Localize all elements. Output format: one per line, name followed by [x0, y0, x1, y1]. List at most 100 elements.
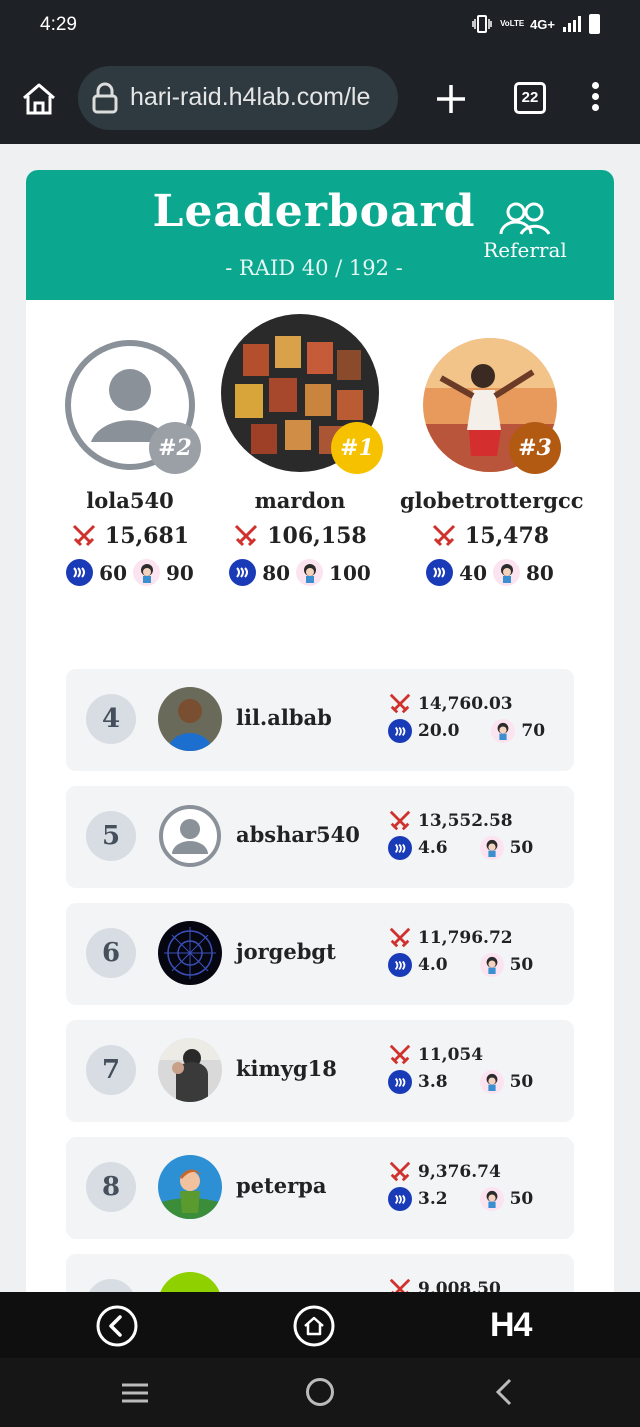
users-icon	[499, 202, 551, 235]
rank-badge: #1	[331, 422, 383, 474]
lock-icon	[92, 82, 118, 114]
avatar	[158, 1155, 222, 1219]
score-value: 15,681	[104, 523, 190, 549]
score-value: 15,478	[464, 523, 550, 549]
row-rank: 7	[86, 1045, 136, 1095]
ranking-row[interactable]: 4 lil.albab 14,760.03 20.0 70	[66, 669, 574, 771]
new-tab-icon[interactable]	[434, 82, 468, 116]
podium-third[interactable]: #3 globetrottergcc 15,478 40 80	[400, 338, 584, 586]
system-nav-bar	[0, 1358, 640, 1427]
signal-icon	[563, 16, 581, 32]
network-label: 4G+	[530, 16, 555, 32]
character-icon	[296, 559, 324, 586]
page-content: Leaderboard - RAID 40 / 192 - Referral #…	[0, 144, 640, 1292]
volte-label: VoLTE	[500, 19, 525, 28]
steem-icon	[388, 953, 412, 977]
row-rank: 8	[86, 1162, 136, 1212]
player-name: globetrottergcc	[400, 488, 584, 513]
leaderboard-header: Leaderboard - RAID 40 / 192 - Referral	[26, 170, 614, 300]
character-icon	[479, 836, 504, 860]
crossed-swords-icon	[72, 524, 95, 547]
character-icon	[493, 559, 520, 586]
row-rank: 4	[86, 694, 136, 744]
address-bar[interactable]: hari-raid.h4lab.com/le	[78, 66, 398, 130]
tab-switcher-button[interactable]: 22	[514, 82, 546, 114]
score-value: 9,376.74	[418, 1162, 501, 1182]
steem-value: 60	[99, 560, 127, 585]
home-circle-icon[interactable]	[293, 1305, 335, 1347]
referral-label: Referral	[483, 238, 567, 262]
score-value: 14,760.03	[418, 694, 513, 714]
battery-icon	[589, 14, 600, 34]
avatar: #3	[423, 338, 561, 474]
avatar	[158, 1272, 222, 1292]
system-back-icon[interactable]	[494, 1378, 514, 1406]
steem-value: 4.0	[418, 955, 448, 975]
character-icon	[479, 1070, 504, 1094]
ranking-row[interactable]: 9 9,008.50	[66, 1254, 574, 1292]
player-score: 15,478	[400, 523, 580, 549]
avatar	[158, 921, 222, 985]
status-icons: VoLTE 4G+	[472, 14, 600, 34]
player-stats: 13,552.58 4.6 50	[388, 808, 568, 862]
h4-logo[interactable]: H4	[490, 1306, 532, 1345]
character-icon	[133, 559, 160, 586]
leaderboard-card: Leaderboard - RAID 40 / 192 - Referral #…	[26, 170, 614, 1292]
character-value: 70	[521, 721, 546, 741]
player-name: kimyg18	[236, 1056, 337, 1081]
back-circle-icon[interactable]	[96, 1305, 138, 1347]
character-value: 50	[509, 955, 534, 975]
url-text[interactable]: hari-raid.h4lab.com/le	[130, 83, 370, 112]
character-value: 50	[509, 838, 534, 858]
score-value: 11,796.72	[418, 928, 513, 948]
character-value: 100	[329, 560, 371, 585]
player-tokens: 40 80	[400, 559, 580, 586]
player-name: peterpa	[236, 1173, 327, 1198]
score-value: 106,158	[267, 523, 367, 549]
crossed-swords-icon	[389, 693, 411, 714]
steem-value: 80	[262, 560, 291, 585]
score-value: 9,008.50	[418, 1279, 501, 1292]
steem-icon	[388, 836, 412, 860]
player-name: jorgebgt	[236, 939, 336, 964]
referral-button[interactable]: Referral	[478, 202, 572, 270]
player-stats: 9,008.50	[388, 1276, 568, 1292]
ranking-row[interactable]: 8 peterpa 9,376.74 3.2 50	[66, 1137, 574, 1239]
more-menu-icon[interactable]	[588, 82, 602, 116]
steem-icon	[229, 559, 257, 586]
crossed-swords-icon	[389, 810, 411, 831]
player-stats: 11,054 3.8 50	[388, 1042, 568, 1096]
rank-badge: #2	[149, 422, 201, 474]
steem-value: 3.2	[418, 1189, 448, 1209]
character-value: 80	[526, 560, 554, 585]
steem-value: 4.6	[418, 838, 448, 858]
score-value: 11,054	[418, 1045, 484, 1065]
steem-icon	[426, 559, 454, 586]
system-home-icon[interactable]	[306, 1378, 334, 1406]
player-stats: 14,760.03 20.0 70	[388, 691, 568, 745]
row-rank: 9	[86, 1279, 136, 1292]
podium-second[interactable]: #2 lola540 15,681 60 90	[40, 338, 220, 586]
avatar	[158, 1038, 222, 1102]
player-name: lola540	[86, 488, 174, 513]
score-value: 13,552.58	[418, 811, 513, 831]
status-time: 4:29	[40, 14, 77, 35]
row-rank: 5	[86, 811, 136, 861]
crossed-swords-icon	[389, 1278, 411, 1292]
crossed-swords-icon	[389, 1161, 411, 1182]
status-bar: 4:29 VoLTE 4G+	[0, 0, 640, 52]
home-icon[interactable]	[20, 82, 58, 116]
avatar: #2	[63, 338, 201, 474]
rank-badge: #3	[509, 422, 561, 474]
ranking-row[interactable]: 7 kimyg18 11,054 3.8 50	[66, 1020, 574, 1122]
steem-icon	[66, 559, 94, 586]
steem-icon	[388, 719, 412, 743]
ranking-row[interactable]: 6 jorgebgt 11,796.72 4.0 50	[66, 903, 574, 1005]
player-name: lil.albab	[236, 705, 332, 730]
app-bottom-nav: H4	[0, 1292, 640, 1358]
recent-apps-icon[interactable]	[120, 1382, 150, 1404]
podium-first[interactable]: #1 mardon 106,158 80 100	[210, 314, 390, 586]
crossed-swords-icon	[389, 1044, 411, 1065]
avatar	[158, 687, 222, 751]
ranking-row[interactable]: 5 abshar540 13,552.58 4.6 50	[66, 786, 574, 888]
